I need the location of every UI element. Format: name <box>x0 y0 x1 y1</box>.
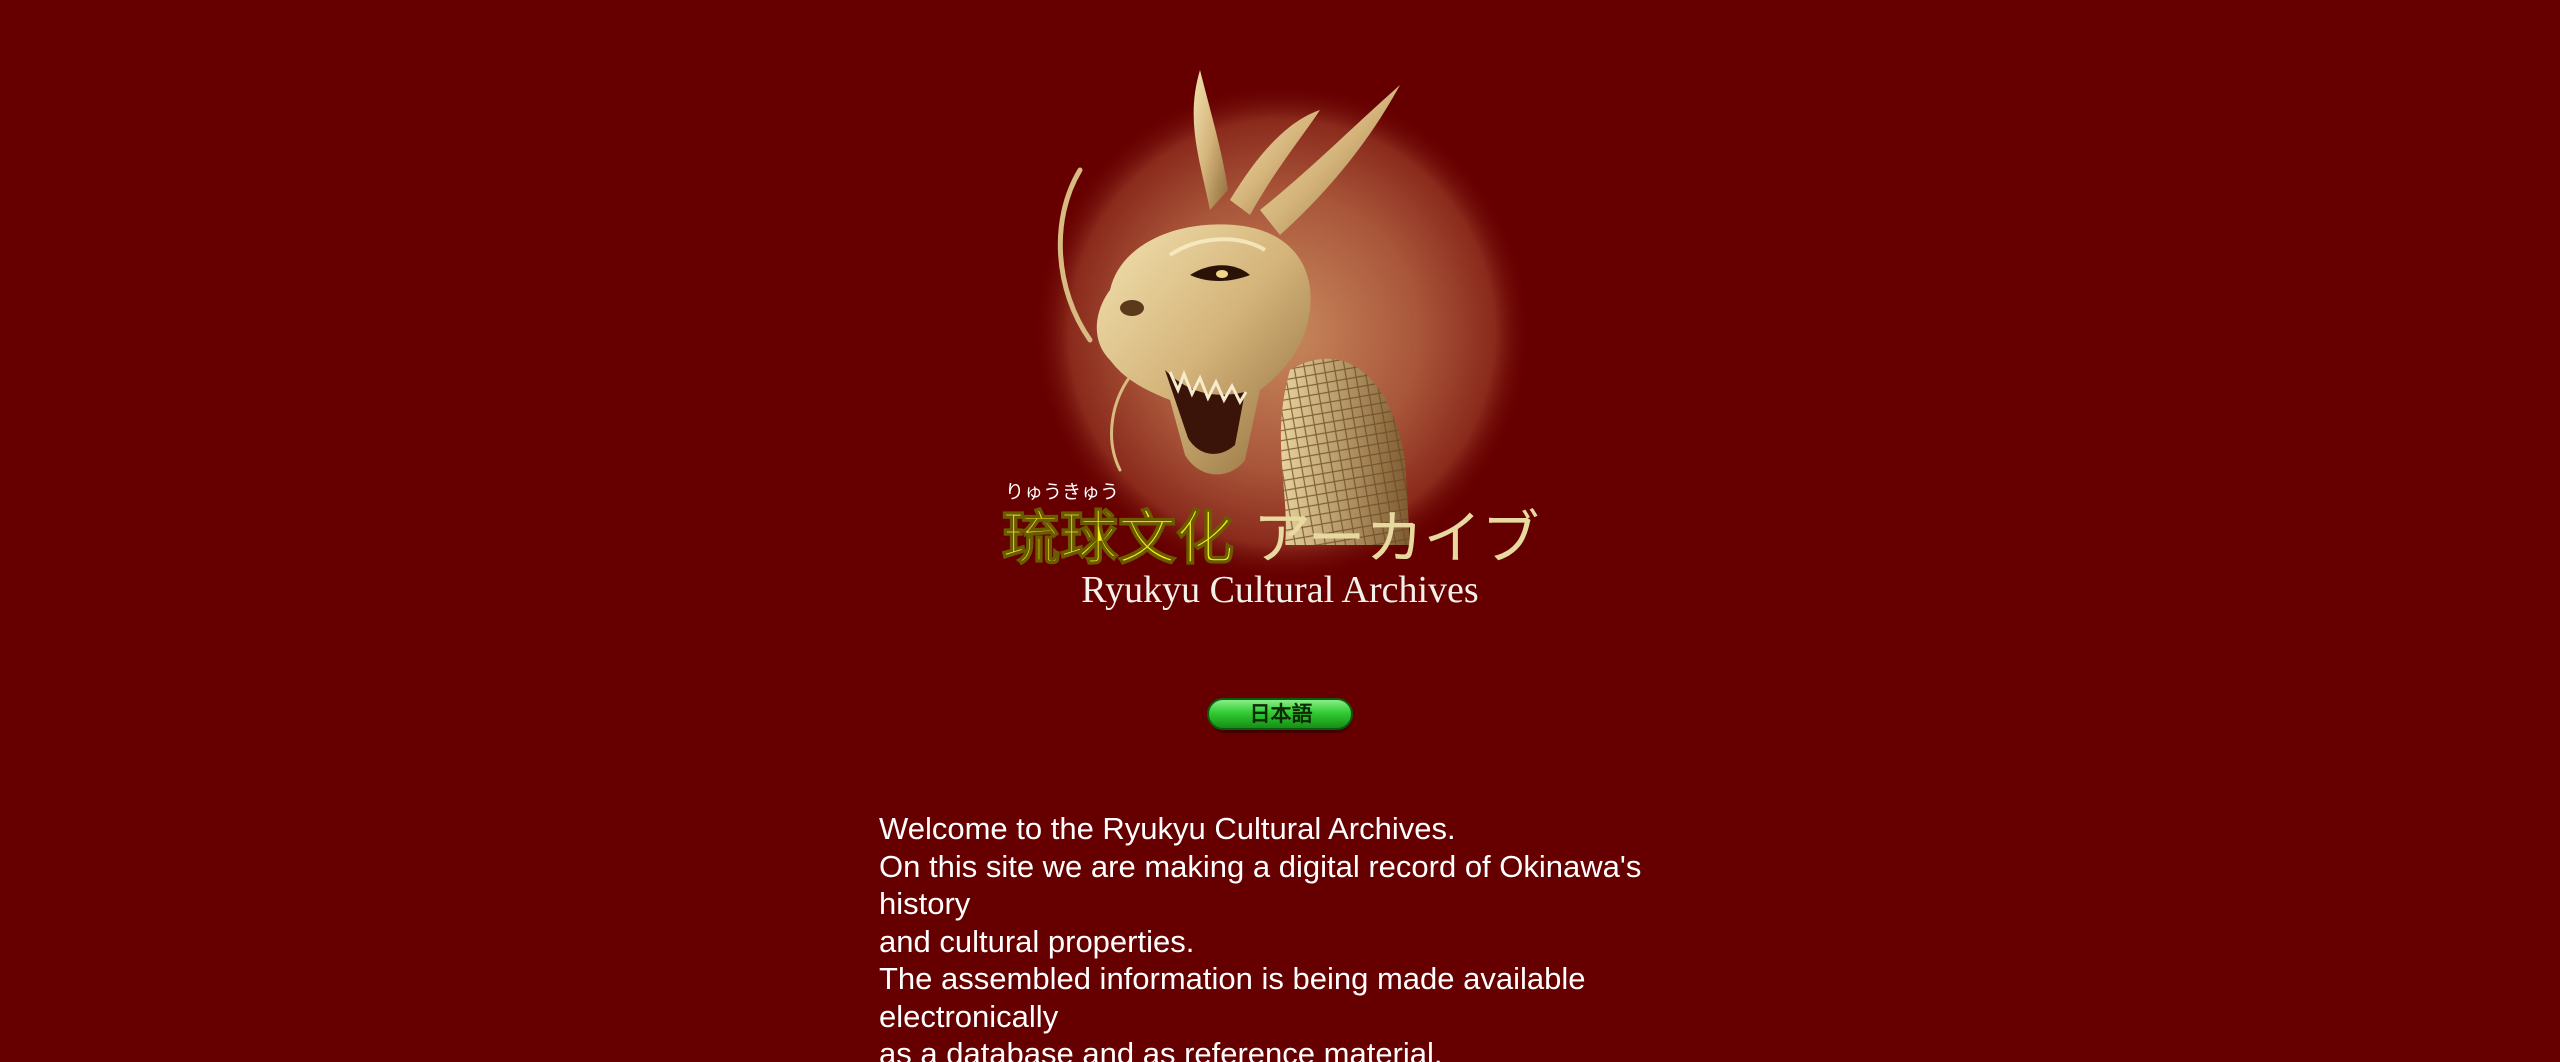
logo-title-kana: アーカイブ <box>1253 504 1540 572</box>
site-logo: りゅうきゅう 琉球文化 アーカイブ Ryukyu Cultural Archiv… <box>960 40 1600 630</box>
logo-ruby-text: りゅうきゅう <box>1005 481 1119 503</box>
logo-title-kanji: 琉球文化 <box>1002 504 1234 572</box>
dragon-emblem-icon: りゅうきゅう 琉球文化 アーカイブ Ryukyu Cultural Archiv… <box>1001 70 1540 611</box>
japanese-language-button[interactable]: 日本語 <box>1207 698 1355 736</box>
intro-line: Welcome to the Ryukyu Cultural Archives. <box>879 811 1456 846</box>
intro-line: The assembled information is being made … <box>879 961 1586 1034</box>
japanese-language-label: 日本語 <box>1249 702 1313 726</box>
intro-line: as a database and as reference material. <box>879 1036 1443 1062</box>
intro-text: Welcome to the Ryukyu Cultural Archives.… <box>879 810 1709 1062</box>
intro-line: On this site we are making a digital rec… <box>879 848 1642 922</box>
intro-line: and cultural properties. <box>879 923 1195 959</box>
logo-title-english: Ryukyu Cultural Archives <box>1081 569 1478 611</box>
